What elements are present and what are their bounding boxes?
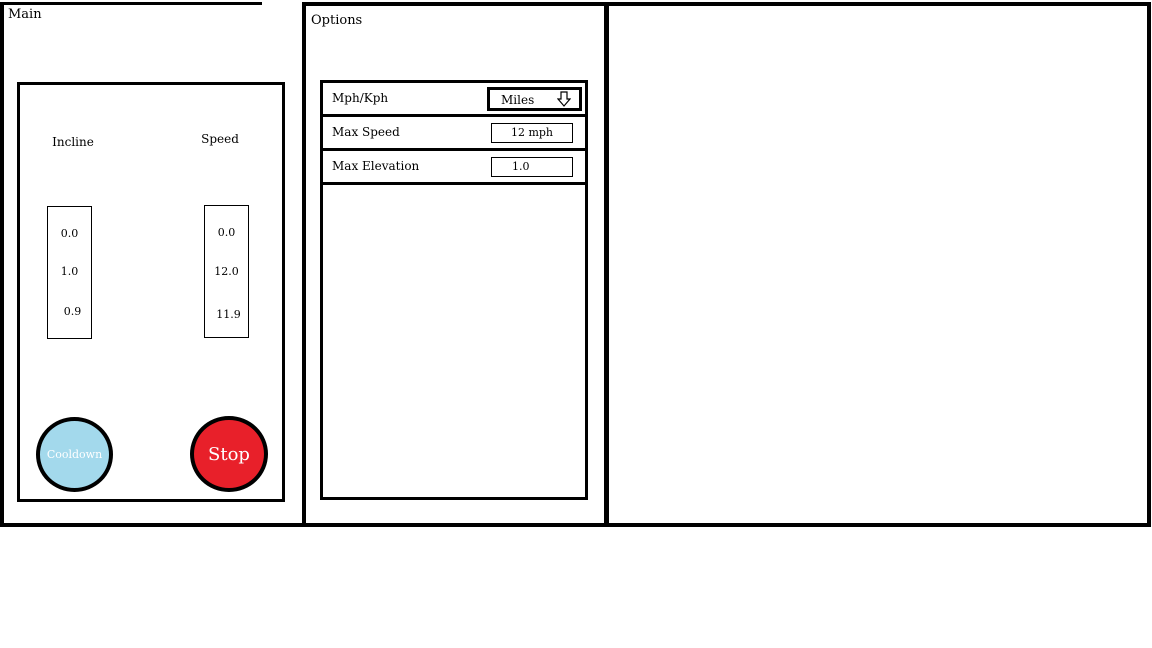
max-elevation-field[interactable]: 1.0 [491,157,573,177]
max-elevation-label: Max Elevation [332,159,420,173]
options-panel-title: Options [311,13,363,28]
speed-value-3: 11.9 [216,308,241,321]
units-select-value: Miles [501,93,535,107]
cooldown-button[interactable]: Cooldown [36,417,113,492]
max-speed-field[interactable]: 12 mph [491,123,573,143]
units-label: Mph/Kph [332,91,389,105]
workout-controls-box: Incline Speed 0.0 1.0 0.9 0.0 12.0 11.9 … [17,82,285,502]
incline-readout: 0.0 1.0 0.9 [47,206,92,339]
stop-button[interactable]: Stop [190,416,268,492]
max-speed-row: Max Speed 12 mph [323,117,585,151]
speed-readout: 0.0 12.0 11.9 [204,205,249,338]
units-row: Mph/Kph Miles [323,83,585,117]
main-panel-top-border [0,2,262,5]
stop-button-label: Stop [208,443,250,465]
down-arrow-icon [556,91,572,107]
main-panel-title: Main [8,7,42,22]
speed-value-1: 0.0 [217,226,236,239]
speed-value-2: 12.0 [214,265,239,278]
incline-label: Incline [52,135,94,149]
max-speed-label: Max Speed [332,125,400,139]
speed-label: Speed [201,132,239,146]
units-select[interactable]: Miles [487,87,582,111]
cooldown-button-label: Cooldown [46,448,103,461]
incline-value-3: 0.9 [63,305,82,318]
options-list-box: Mph/Kph Miles Max Speed 12 mph Max Eleva… [320,80,588,500]
max-elevation-row: Max Elevation 1.0 [323,151,585,185]
incline-value-1: 0.0 [60,227,79,240]
incline-value-2: 1.0 [60,265,79,278]
empty-panel [605,2,1151,527]
